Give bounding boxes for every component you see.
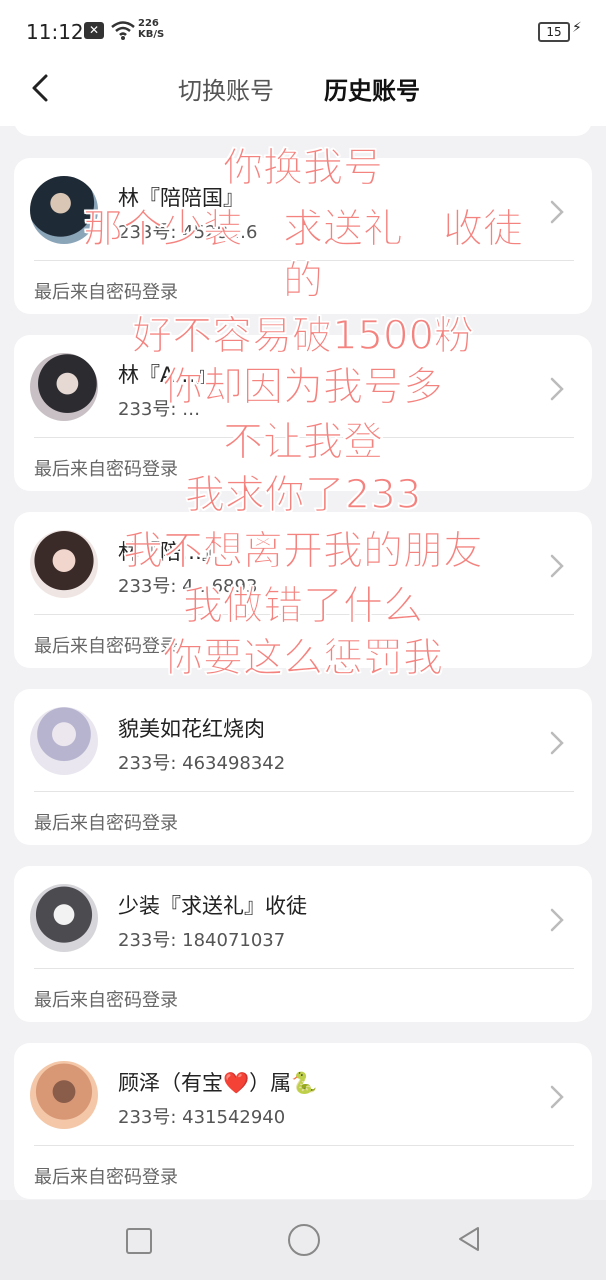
- last-login-method: 最后来自密码登录: [34, 636, 178, 657]
- network-speed: 226 KB/S: [138, 18, 164, 40]
- avatar: [30, 1061, 98, 1129]
- tab-switch-account[interactable]: 切换账号: [178, 71, 274, 106]
- account-number: 233号: 463498342: [118, 753, 286, 774]
- avatar: [30, 530, 98, 598]
- charging-icon: ⚡: [572, 20, 582, 36]
- battery-icon: 15: [538, 22, 570, 42]
- account-card[interactable]: 林『A…』 233号: … 最后来自密码登录: [14, 335, 592, 491]
- account-name: 林『A…』: [118, 363, 217, 387]
- status-time: 11:12: [26, 20, 84, 44]
- divider: [34, 1145, 574, 1146]
- divider: [34, 968, 574, 969]
- last-login-method: 最后来自密码登录: [34, 459, 178, 480]
- chevron-right-icon: [550, 377, 564, 401]
- last-login-method: 最后来自密码登录: [34, 813, 178, 834]
- network-speed-value: 226: [138, 18, 159, 29]
- account-name: 少装『求送礼』收徒: [118, 894, 307, 918]
- avatar: [30, 707, 98, 775]
- divider: [34, 437, 574, 438]
- last-login-method: 最后来自密码登录: [34, 990, 178, 1011]
- account-name: 貌美如花红烧肉: [118, 717, 265, 741]
- chevron-right-icon: [550, 554, 564, 578]
- tab-history-account[interactable]: 历史账号: [324, 71, 420, 106]
- account-card[interactable]: 少装『求送礼』收徒 233号: 184071037 最后来自密码登录: [14, 866, 592, 1022]
- last-login-method: 最后来自密码登录: [34, 1167, 178, 1188]
- last-login-method: 最后来自密码登录: [34, 282, 178, 303]
- divider: [34, 791, 574, 792]
- account-card[interactable]: 林『陪…』 233号: 4…6893 最后来自密码登录: [14, 512, 592, 668]
- chevron-right-icon: [550, 731, 564, 755]
- account-card-partial: [14, 110, 592, 136]
- home-icon[interactable]: [288, 1224, 320, 1256]
- account-name: 顾泽（有宝❤️）属🐍: [118, 1071, 318, 1095]
- avatar: [30, 353, 98, 421]
- chevron-right-icon: [550, 1085, 564, 1109]
- account-card[interactable]: 林『陪陪国』 233号: 4528…6 最后来自密码登录: [14, 158, 592, 314]
- account-card[interactable]: 顾泽（有宝❤️）属🐍 233号: 431542940 最后来自密码登录: [14, 1043, 592, 1199]
- divider: [34, 260, 574, 261]
- recent-apps-icon[interactable]: [126, 1228, 152, 1254]
- account-name: 林『陪…』: [118, 540, 223, 564]
- wifi-icon: [111, 21, 135, 40]
- account-number: 233号: …: [118, 399, 201, 420]
- avatar: [30, 176, 98, 244]
- account-number: 233号: 184071037: [118, 930, 286, 951]
- network-speed-unit: KB/S: [138, 29, 165, 40]
- chevron-right-icon: [550, 200, 564, 224]
- account-number: 233号: 431542940: [118, 1107, 286, 1128]
- account-name: 林『陪陪国』: [118, 186, 244, 210]
- notification-close-icon: ✕: [84, 22, 104, 39]
- avatar: [30, 884, 98, 952]
- status-bar: 11:12 ✕ 226 KB/S 15 ⚡: [0, 0, 606, 60]
- account-card[interactable]: 貌美如花红烧肉 233号: 463498342 最后来自密码登录: [14, 689, 592, 845]
- back-icon[interactable]: [26, 68, 56, 108]
- divider: [34, 614, 574, 615]
- account-number: 233号: 4528…6: [118, 222, 258, 243]
- chevron-right-icon: [550, 908, 564, 932]
- triangle-back-icon[interactable]: [454, 1224, 484, 1254]
- account-number: 233号: 4…6893: [118, 576, 258, 597]
- system-nav-bar: [0, 1200, 606, 1280]
